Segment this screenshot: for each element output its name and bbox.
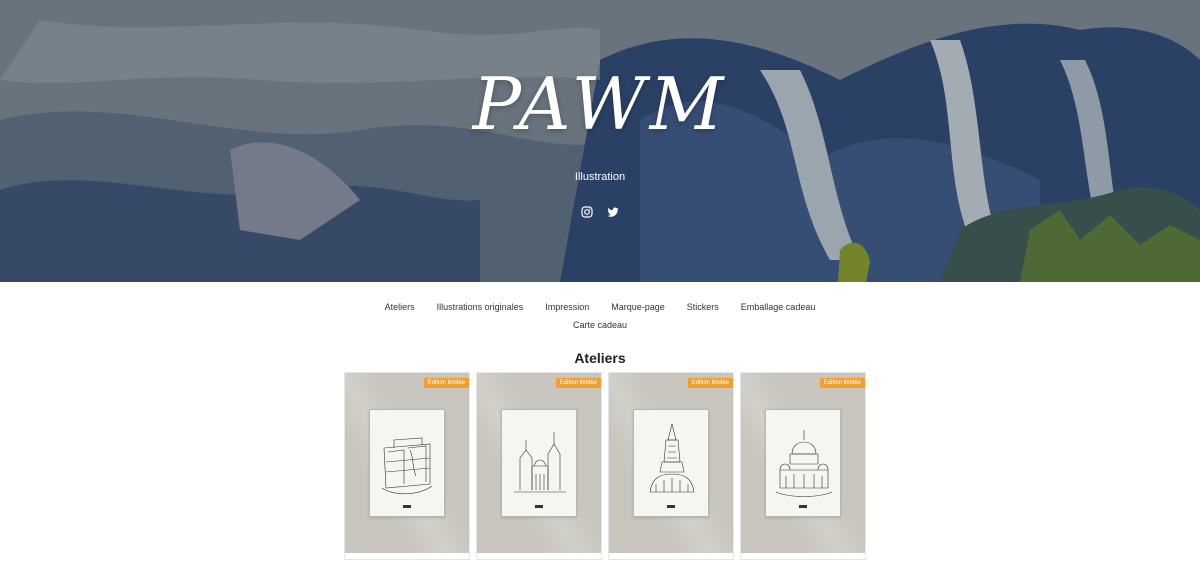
product-card[interactable]: Edition limitée bbox=[609, 373, 733, 559]
card-footer bbox=[741, 553, 865, 559]
card-footer bbox=[477, 553, 601, 559]
card-footer bbox=[609, 553, 733, 559]
poster-caption bbox=[370, 505, 444, 508]
nav-item-marque-page[interactable]: Marque-page bbox=[611, 298, 665, 316]
product-card[interactable]: Edition limitée bbox=[741, 373, 865, 559]
product-image bbox=[633, 409, 709, 517]
product-card[interactable]: Edition limitée bbox=[477, 373, 601, 559]
nav-item-stickers[interactable]: Stickers bbox=[687, 298, 719, 316]
social-links bbox=[0, 205, 1200, 218]
brand-tagline: Illustration bbox=[574, 171, 626, 183]
poster-caption bbox=[502, 505, 576, 508]
category-nav-row: Ateliers Illustrations originales Impres… bbox=[0, 298, 1200, 316]
product-grid: Edition limitée Edition limitée Edition … bbox=[345, 373, 865, 559]
instagram-icon[interactable] bbox=[581, 205, 593, 218]
church-tower-sketch-illustration bbox=[649, 423, 695, 493]
limited-edition-badge: Edition limitée bbox=[555, 378, 601, 388]
poster-caption bbox=[766, 505, 840, 508]
nav-item-carte-cadeau[interactable]: Carte cadeau bbox=[573, 316, 627, 334]
category-nav-row: Carte cadeau bbox=[0, 316, 1200, 334]
product-image bbox=[501, 409, 577, 517]
nav-item-ateliers[interactable]: Ateliers bbox=[385, 298, 415, 316]
product-image bbox=[765, 409, 841, 517]
nav-item-emballage-cadeau[interactable]: Emballage cadeau bbox=[741, 298, 816, 316]
poster-caption bbox=[634, 505, 708, 508]
brand-logo[interactable]: PAWM bbox=[0, 62, 1200, 146]
twitter-icon[interactable] bbox=[607, 205, 619, 217]
limited-edition-badge: Edition limitée bbox=[819, 378, 865, 388]
nav-item-impression[interactable]: Impression bbox=[545, 298, 589, 316]
product-image bbox=[369, 409, 445, 517]
building-sketch-illustration bbox=[381, 437, 433, 495]
limited-edition-badge: Edition limitée bbox=[687, 378, 733, 388]
card-footer bbox=[345, 553, 469, 559]
nav-item-illustrations-originales[interactable]: Illustrations originales bbox=[437, 298, 524, 316]
basilica-sketch-illustration bbox=[514, 432, 566, 493]
limited-edition-badge: Edition limitée bbox=[423, 378, 469, 388]
section-title: Ateliers bbox=[574, 350, 626, 366]
category-nav: Ateliers Illustrations originales Impres… bbox=[0, 282, 1200, 334]
hero-banner: PAWM Illustration bbox=[0, 0, 1200, 282]
product-card[interactable]: Edition limitée bbox=[345, 373, 469, 559]
domed-basilica-sketch-illustration bbox=[775, 430, 833, 497]
